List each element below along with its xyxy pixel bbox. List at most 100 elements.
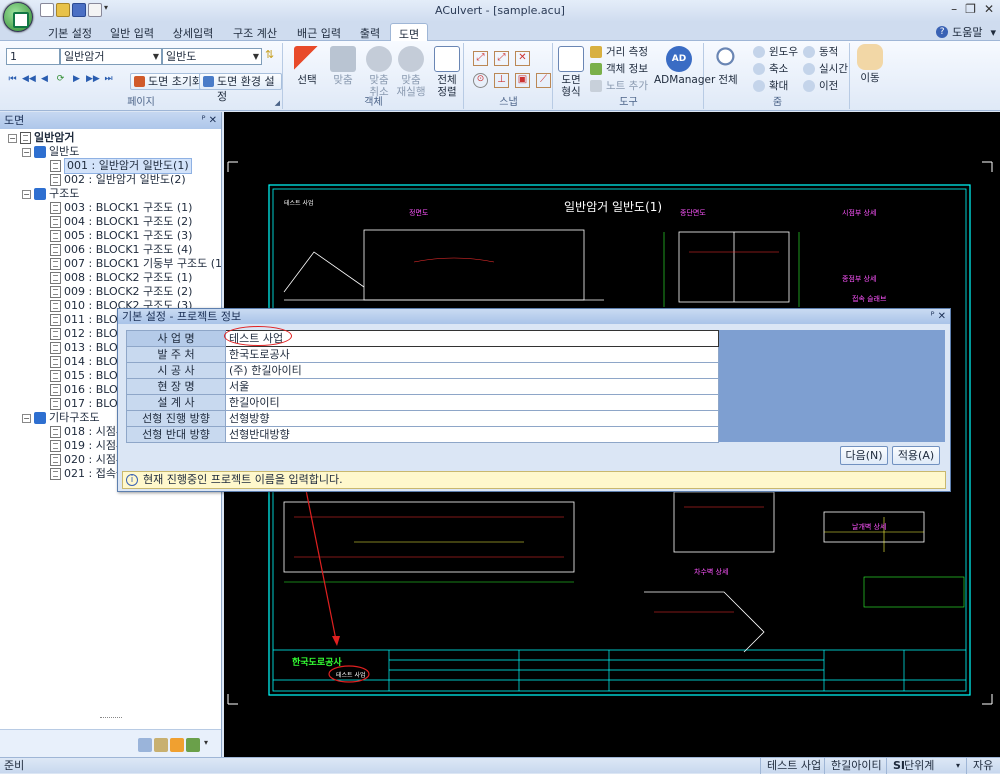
- next-group-icon[interactable]: ▶▶: [86, 73, 100, 86]
- tab-structure-calc[interactable]: 구조 계산: [224, 23, 286, 41]
- info-icon: i: [126, 474, 138, 486]
- snap-nearest-icon[interactable]: ⟋: [536, 73, 551, 88]
- zoom-window-button[interactable]: 윈도우: [753, 45, 798, 59]
- add-note-button[interactable]: 노트 추가: [590, 79, 648, 93]
- zoom-all-button[interactable]: 전체: [713, 46, 743, 86]
- drawing-type-select[interactable]: 일반도 ▼: [162, 48, 262, 65]
- fit-undo-button[interactable]: 맞춤 취소: [364, 46, 394, 98]
- autocad-icon[interactable]: [170, 738, 184, 752]
- tree-item[interactable]: − 일반도: [22, 145, 79, 159]
- page-number-field[interactable]: 1: [6, 48, 60, 65]
- prev-page-icon[interactable]: ◀: [38, 73, 51, 86]
- tab-detail-input[interactable]: 상세입력: [164, 23, 222, 41]
- pan-button[interactable]: 이동: [855, 44, 885, 84]
- reverse-direction-field[interactable]: 선형반대방향: [225, 426, 719, 443]
- zoom-realtime-button[interactable]: 실시간: [803, 62, 848, 76]
- status-unit[interactable]: 단위계: [904, 758, 934, 773]
- select-button[interactable]: 선택: [292, 46, 322, 86]
- next-page-icon[interactable]: ▶: [70, 73, 83, 86]
- tree-item[interactable]: 019 : 시점부: [50, 439, 126, 453]
- footer-dropdown-icon[interactable]: ▾: [204, 738, 212, 752]
- tools-icon[interactable]: [154, 738, 168, 752]
- prev-group-icon[interactable]: ◀◀: [22, 73, 36, 86]
- snap-perpendicular-icon[interactable]: ⊥: [494, 73, 509, 88]
- drawing-env-button[interactable]: 도면 환경 설정: [199, 73, 282, 103]
- refresh-icon[interactable]: ⟳: [54, 73, 67, 86]
- collapse-toggle-icon[interactable]: −: [8, 133, 17, 143]
- fit-button[interactable]: 맞춤: [328, 46, 358, 86]
- object-info-button[interactable]: 객체 정보: [590, 62, 648, 76]
- tree-item[interactable]: − 일반암거: [8, 131, 74, 145]
- project-info-table: 사 업 명 테스트 사업 발 주 처 한국도로공사 시 공 사 (주) 한길아이티 현…: [126, 330, 719, 443]
- collapse-toggle-icon[interactable]: −: [22, 413, 31, 423]
- last-page-icon[interactable]: ⏭: [102, 73, 115, 86]
- tree-item[interactable]: 004 : BLOCK1 구조도 (2): [50, 215, 192, 229]
- snap-node-icon[interactable]: ▣: [515, 73, 530, 88]
- snap-midpoint-icon[interactable]: ⤢: [494, 51, 509, 66]
- panel-splitter[interactable]: [100, 717, 122, 720]
- tab-drawing[interactable]: 도면: [390, 23, 428, 41]
- tree-item-label: 004 : BLOCK1 구조도 (2): [64, 215, 193, 228]
- zoom-previous-button[interactable]: 이전: [803, 79, 838, 93]
- tree-item[interactable]: 006 : BLOCK1 구조도 (4): [50, 243, 192, 257]
- help-menu[interactable]: ? 도움말 ▾: [936, 24, 996, 40]
- client-field[interactable]: 한국도로공사: [225, 346, 719, 363]
- drawing-format-button[interactable]: 도면 형식: [556, 46, 586, 98]
- app-menu-button[interactable]: [3, 2, 33, 32]
- tree-item[interactable]: − 구조도: [22, 187, 79, 201]
- next-button[interactable]: 다음(N): [840, 446, 888, 465]
- tree-item[interactable]: 009 : BLOCK2 구조도 (2): [50, 285, 192, 299]
- zoom-group: 전체 윈도우 동적 축소 실시간 확대 이전 줌: [705, 43, 850, 109]
- zoom-in-button[interactable]: 확대: [753, 79, 788, 93]
- designer-field[interactable]: 한길아이티: [225, 394, 719, 411]
- contractor-field[interactable]: (주) 한길아이티: [225, 362, 719, 379]
- close-icon[interactable]: ✕: [984, 2, 994, 16]
- export-icon[interactable]: [186, 738, 200, 752]
- drawing-group-select[interactable]: 일반암거 ▼: [60, 48, 162, 65]
- collapse-toggle-icon[interactable]: −: [22, 147, 31, 157]
- zoom-dynamic-button[interactable]: 동적: [803, 45, 838, 59]
- snap-intersection-icon[interactable]: ✕: [515, 51, 530, 66]
- drawing-init-button[interactable]: 도면 초기화: [130, 73, 208, 90]
- pin-close-icons[interactable]: ᴾ ✕: [202, 112, 217, 129]
- minimize-icon[interactable]: –: [951, 2, 957, 16]
- tree-item[interactable]: 020 : 시점부: [50, 453, 126, 467]
- tree-item[interactable]: 018 : 시점부: [50, 425, 126, 439]
- tab-general-input[interactable]: 일반 입력: [102, 23, 162, 41]
- document-icon: [50, 300, 61, 312]
- tree-item[interactable]: 021 : 접속슬: [50, 467, 126, 481]
- tree-item[interactable]: 002 : 일반암거 일반도(2): [50, 173, 186, 187]
- align-all-button[interactable]: 전체 정렬: [432, 46, 462, 98]
- unit-dropdown-icon[interactable]: ▾: [956, 758, 960, 773]
- tree-item[interactable]: 008 : BLOCK2 구조도 (1): [50, 271, 192, 285]
- restore-icon[interactable]: ❐: [965, 2, 976, 16]
- tab-output[interactable]: 출력: [352, 23, 388, 41]
- tree-item[interactable]: 001 : 일반암거 일반도(1): [50, 158, 192, 174]
- snap-center-icon[interactable]: ⊙: [473, 73, 488, 88]
- tab-basic-settings[interactable]: 기본 설정: [40, 23, 100, 41]
- dialog-pin-close-icons[interactable]: ᴾ ✕: [931, 309, 946, 324]
- collapse-toggle-icon[interactable]: −: [22, 189, 31, 199]
- snap-endpoint-icon[interactable]: ⤢: [473, 51, 488, 66]
- forward-direction-field[interactable]: 선형방향: [225, 410, 719, 427]
- measure-distance-button[interactable]: 거리 측정: [590, 45, 648, 59]
- tree-item[interactable]: 003 : BLOCK1 구조도 (1): [50, 201, 192, 215]
- info-icon: [590, 63, 602, 75]
- tree-item[interactable]: 007 : BLOCK1 기둥부 구조도 (1): [50, 257, 221, 271]
- row-label: 선형 진행 방향: [126, 410, 226, 427]
- tree-item[interactable]: 005 : BLOCK1 구조도 (3): [50, 229, 192, 243]
- group-launcher-icon[interactable]: ◢: [275, 99, 280, 107]
- first-page-icon[interactable]: ⏮: [6, 73, 19, 86]
- apply-button[interactable]: 적용(A): [892, 446, 940, 465]
- site-name-field[interactable]: 서울: [225, 378, 719, 395]
- zoom-out-button[interactable]: 축소: [753, 62, 788, 76]
- tree-item[interactable]: − 기타구조도: [22, 411, 100, 425]
- tab-rebar-input[interactable]: 배근 입력: [288, 23, 350, 41]
- status-company: 한길아이티: [824, 758, 888, 774]
- project-name-field[interactable]: 테스트 사업: [225, 330, 719, 347]
- sort-arrows-icon[interactable]: ⇅: [265, 48, 279, 65]
- admanager-button[interactable]: AD ADManager: [654, 46, 715, 86]
- page-group-label: 페이지: [127, 97, 155, 108]
- properties-icon[interactable]: [138, 738, 152, 752]
- fit-redo-button[interactable]: 맞춤 재실행: [394, 46, 428, 98]
